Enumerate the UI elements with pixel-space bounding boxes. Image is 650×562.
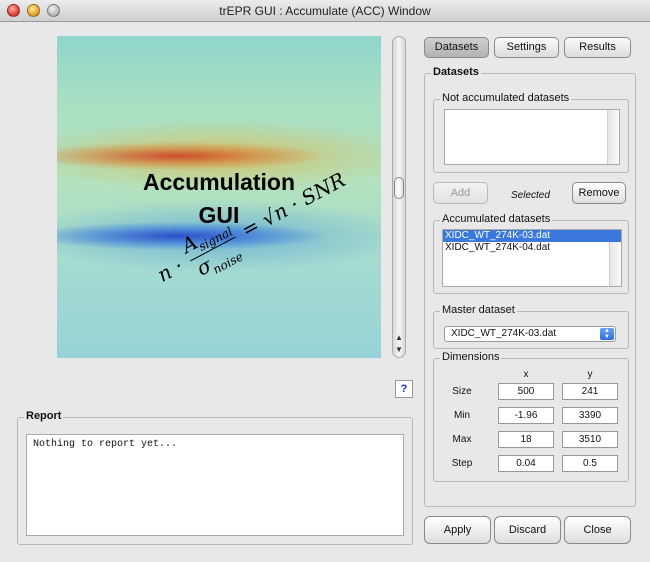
list-item[interactable]: XIDC_WT_274K-04.dat <box>443 242 621 254</box>
dim-label-min: Min <box>453 410 471 421</box>
size-y-field[interactable]: 241 <box>562 383 618 400</box>
accumulated-list[interactable]: XIDC_WT_274K-03.dat XIDC_WT_274K-04.dat <box>442 229 622 287</box>
formula-snr: · SNR <box>285 167 350 217</box>
accumulated-legend: Accumulated datasets <box>440 213 553 225</box>
formula-dot: · <box>170 253 188 278</box>
remove-button[interactable]: Remove <box>572 182 626 204</box>
close-button[interactable]: Close <box>564 516 631 544</box>
step-y-field[interactable]: 0.5 <box>562 455 618 472</box>
scroll-up-arrow-icon[interactable]: ▲ <box>395 333 403 342</box>
formula-equals: = <box>237 213 264 243</box>
discard-button[interactable]: Discard <box>494 516 561 544</box>
accumulated-group: Accumulated datasets XIDC_WT_274K-03.dat… <box>433 213 629 294</box>
tab-settings[interactable]: Settings <box>494 37 559 58</box>
dim-label-size: Size <box>452 386 472 397</box>
master-dataset-legend: Master dataset <box>440 304 517 316</box>
dim-label-max: Max <box>452 434 472 445</box>
tab-datasets[interactable]: Datasets <box>424 37 489 58</box>
master-dataset-value: XIDC_WT_274K-03.dat <box>451 328 557 339</box>
not-accumulated-list[interactable] <box>444 109 620 165</box>
list-scrollbar[interactable] <box>607 110 619 164</box>
datasets-panel: Datasets Not accumulated datasets Add Se… <box>424 66 636 507</box>
formula-sqrt: √n <box>257 198 292 232</box>
tab-results[interactable]: Results <box>564 37 631 58</box>
dimensions-legend: Dimensions <box>440 351 502 363</box>
max-y-field[interactable]: 3510 <box>562 431 618 448</box>
master-dataset-group: Master dataset XIDC_WT_274K-03.dat ▲ ▼ <box>433 304 629 349</box>
help-button[interactable]: ? <box>395 380 413 398</box>
list-scrollbar[interactable] <box>609 242 621 286</box>
scrollbar-thumb[interactable] <box>394 177 404 199</box>
list-item[interactable]: XIDC_WT_274K-03.dat <box>443 230 621 242</box>
master-dataset-select[interactable]: XIDC_WT_274K-03.dat ▲ ▼ <box>444 326 616 342</box>
datasets-legend: Datasets <box>431 66 481 78</box>
dimensions-group: Dimensions x y Size 500 241 Min -1.96 33… <box>433 351 629 482</box>
report-panel: Report Nothing to report yet... <box>17 410 413 545</box>
window-title: trEPR GUI : Accumulate (ACC) Window <box>219 4 431 18</box>
dim-label-step: Step <box>451 458 473 469</box>
min-x-field[interactable]: -1.96 <box>498 407 554 424</box>
not-accumulated-group: Not accumulated datasets <box>433 92 629 173</box>
scroll-down-arrow-icon[interactable]: ▼ <box>395 345 403 354</box>
step-x-field[interactable]: 0.04 <box>498 455 554 472</box>
report-legend: Report <box>24 410 64 422</box>
apply-button[interactable]: Apply <box>424 516 491 544</box>
title-bar: trEPR GUI : Accumulate (ACC) Window <box>0 0 650 22</box>
selected-label: Selected <box>511 190 550 201</box>
max-x-field[interactable]: 18 <box>498 431 554 448</box>
formula-n: n <box>153 259 176 287</box>
report-text-area[interactable]: Nothing to report yet... <box>26 434 404 536</box>
add-button[interactable]: Add <box>433 182 488 204</box>
image-vertical-scrollbar[interactable]: ▲ ▼ <box>392 36 406 358</box>
dim-col-y: y <box>587 369 593 380</box>
accumulation-plot-image: Accumulation GUI n · Asignal σnoise = √n… <box>57 36 381 358</box>
not-accumulated-legend: Not accumulated datasets <box>440 92 572 104</box>
size-x-field[interactable]: 500 <box>498 383 554 400</box>
dim-col-x: x <box>523 369 529 380</box>
min-y-field[interactable]: 3390 <box>562 407 618 424</box>
select-arrows-icon: ▲ ▼ <box>600 328 614 340</box>
